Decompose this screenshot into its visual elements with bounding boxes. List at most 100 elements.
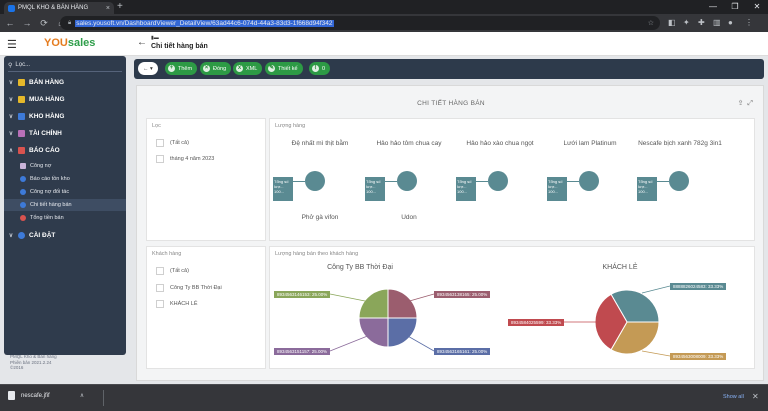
sidebar-subitem-bao-cao-ton-kho[interactable]: Báo cáo tồn kho [4, 173, 126, 185]
download-item[interactable]: nescafe.jfif ∧ [8, 391, 84, 400]
hamburger-icon[interactable]: ☰ [7, 38, 17, 51]
chevron-up-icon[interactable]: ∧ [80, 392, 84, 399]
design-icon: ✎ [268, 65, 275, 72]
reload-icon[interactable]: ⟳ [37, 18, 51, 29]
design-button[interactable]: ✎ Thiết kế [265, 62, 303, 75]
chevron-down-icon: ▾ [150, 65, 153, 72]
url-text: sales.yousoft.vn/DashboardViewer_DetailV… [75, 19, 334, 27]
app-header: ☰ YOUsales ← ▮▬ Chi tiết hàng bán [0, 32, 768, 56]
xml-icon: x [236, 65, 243, 72]
pie-leader-line [329, 293, 371, 303]
bubble-tooltip: Tổng số lượ... 100... [365, 177, 385, 201]
chevron-down-icon: ∨ [8, 233, 14, 239]
sidebar-subitem-tong-tien-ban[interactable]: Tổng tiền bán [4, 212, 126, 224]
customer-filter-panel: Khách hàng (Tất cả) Công Ty BB Thời Đại … [146, 246, 266, 369]
pie-slice[interactable] [387, 288, 418, 319]
new-tab-button[interactable]: + [117, 1, 123, 12]
fullscreen-icon[interactable]: ⤢ [747, 100, 753, 107]
sidebar-item-kho-hang[interactable]: ∨ KHO HÀNG [4, 108, 126, 125]
sidebar-item-bao-cao[interactable]: ∧ BÁO CÁO [4, 142, 126, 159]
bubble-marker[interactable] [579, 171, 599, 191]
dashboard-title: CHI TIẾT HÀNG BÁN [417, 100, 485, 107]
pie-slice[interactable] [387, 317, 418, 348]
address-bar[interactable]: 🔒︎ sales.yousoft.vn/DashboardViewer_Deta… [60, 16, 660, 30]
xml-button[interactable]: x XML [233, 62, 263, 75]
customer-filter-all[interactable]: (Tất cả) [156, 267, 189, 275]
checkbox[interactable] [156, 300, 164, 308]
bookmark-star-icon[interactable]: ☆ [648, 19, 654, 27]
customer-filter-bb-thoi-dai[interactable]: Công Ty BB Thời Đại [156, 284, 222, 292]
back-dropdown-button[interactable]: ← ▾ [138, 62, 158, 75]
sidebar-item-cai-dat[interactable]: ∨ CÀI ĐẶT [4, 227, 126, 244]
back-nav-icon[interactable]: ← [3, 18, 17, 28]
profile-icon[interactable]: ● [728, 18, 733, 27]
pie-slice[interactable] [358, 317, 389, 348]
product-label: Phở gà vifon [301, 214, 339, 221]
sidebar-search[interactable]: ⚲ Lọc... [8, 60, 30, 70]
product-label: Nescafe bịch xanh 782g 3in1 [638, 140, 722, 147]
back-arrow-icon[interactable]: ← [137, 37, 147, 48]
close-window-button[interactable]: ✕ [746, 0, 768, 14]
attachment-count-button[interactable]: ⌇ 0 [309, 62, 331, 75]
customer-filter-khach-le[interactable]: KHÁCH LẺ [156, 300, 198, 308]
lock-icon: 🔒︎ [68, 19, 72, 26]
bubble-marker[interactable] [305, 171, 325, 191]
close-circle-icon: × [203, 65, 210, 72]
maximize-button[interactable]: ❐ [724, 0, 746, 14]
show-all-link[interactable]: Show all [723, 394, 744, 400]
close-button[interactable]: × Đóng [200, 62, 232, 75]
date-filter-panel: Lọc (Tất cả) tháng 4 năm 2023 [146, 118, 266, 241]
sidebar-subitem-cong-no[interactable]: Công nợ [4, 160, 126, 172]
minimize-button[interactable]: — [702, 0, 724, 14]
sidebar-subitem-cong-no-doi-tac[interactable]: Công nợ đối tác [4, 186, 126, 198]
bubble-marker[interactable] [488, 171, 508, 191]
chevron-down-icon: ∨ [8, 80, 14, 86]
sidepanel-icon[interactable]: ▥ [713, 18, 721, 27]
download-filename: nescafe.jfif [21, 392, 50, 399]
pie-slice[interactable] [358, 288, 389, 319]
date-filter-april-2023[interactable]: tháng 4 năm 2023 [156, 155, 214, 163]
sidebar-item-tai-chinh[interactable]: ∨ TÀI CHÍNH [4, 125, 126, 142]
search-icon: ⚲ [8, 62, 13, 69]
checkbox[interactable] [156, 139, 164, 147]
pie-slice-label: 8934563165161: 25.00% [434, 348, 491, 355]
checkbox[interactable] [156, 284, 164, 292]
puzzle-icon[interactable]: ✚ [698, 18, 705, 27]
sidebar-subitem-chi-tiet-hang-ban[interactable]: Chi tiết hàng bán [4, 199, 126, 211]
search-divider [8, 71, 122, 72]
download-bar: nescafe.jfif ∧ Show all ✕ [0, 384, 768, 411]
product-label: Hảo hảo xào chua ngọt [466, 140, 534, 147]
menu-dots-icon[interactable]: ⋮ [745, 18, 753, 27]
extension-icon[interactable]: ◧ [668, 18, 676, 27]
pie-icon [20, 215, 26, 221]
action-bar: ← ▾ + Thêm × Đóng x XML ✎ Thiết kế ⌇ 0 [134, 59, 764, 79]
bubble-marker[interactable] [669, 171, 689, 191]
sidebar-item-ban-hang[interactable]: ∨ BÁN HÀNG [4, 74, 126, 91]
checkbox[interactable] [156, 267, 164, 275]
checkbox[interactable] [156, 155, 164, 163]
sidebar-item-mua-hang[interactable]: ∨ MUA HÀNG [4, 91, 126, 108]
browser-tab[interactable]: PMQL KHO & BÁN HÀNG × [4, 2, 114, 14]
bubble-marker[interactable] [397, 171, 417, 191]
chevron-down-icon: ∨ [8, 131, 14, 137]
product-label: Lưới lam Platinum [563, 140, 617, 147]
quantity-panel-title: Lượng hàng [275, 123, 306, 129]
extension-icon-2[interactable]: ✦ [683, 18, 690, 27]
date-filter-all[interactable]: (Tất cả) [156, 139, 189, 147]
product-label: Đệ nhất mì thịt bằm [291, 140, 349, 147]
report-icon [18, 147, 25, 154]
bubble-connector [293, 181, 305, 182]
sidebar: ⚲ Lọc... ∨ BÁN HÀNG ∨ MUA HÀNG ∨ KHO HÀN… [4, 56, 126, 355]
pie-slice-label: 8934563008009: 33.33% [670, 353, 727, 360]
search-input[interactable]: Lọc... [15, 62, 30, 68]
add-button[interactable]: + Thêm [165, 62, 198, 75]
pie-slice-label: 8934584025599: 33.33% [508, 319, 565, 326]
export-icon[interactable]: ⇪ [738, 100, 744, 107]
close-downloads-icon[interactable]: ✕ [752, 392, 759, 401]
tab-close-icon[interactable]: × [106, 5, 110, 12]
product-label: Hảo hảo tôm chua cay [376, 140, 442, 147]
pie-slice-label: 8934563146153: 25.00% [274, 291, 331, 298]
warehouse-icon [18, 113, 25, 120]
forward-nav-icon[interactable]: → [20, 18, 34, 28]
bag-icon [18, 96, 25, 103]
